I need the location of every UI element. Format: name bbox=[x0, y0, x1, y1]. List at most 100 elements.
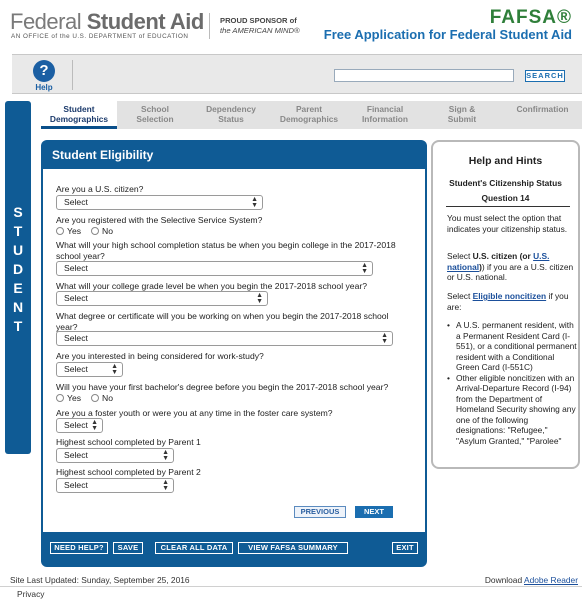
section-rail: S T U D E N T bbox=[5, 101, 31, 454]
hint-text: Select bbox=[447, 291, 473, 301]
logo-tagline: AN OFFICE of the U.S. DEPARTMENT of EDUC… bbox=[11, 33, 189, 40]
question-grade-level: What will your college grade level be wh… bbox=[56, 281, 368, 291]
selective-service-yes-radio[interactable]: Yes bbox=[56, 226, 81, 236]
sponsor-text: PROUD SPONSOR of the AMERICAN MIND® bbox=[220, 16, 300, 36]
hint-paragraph-3: Select Eligible noncitizen if you are: bbox=[447, 291, 577, 312]
tab-parent-demographics[interactable]: Parent Demographics bbox=[269, 101, 349, 129]
tab-school-selection[interactable]: School Selection bbox=[117, 101, 193, 129]
hint-list-item: Other eligible noncitizen with an Arriva… bbox=[447, 373, 577, 447]
tab-confirmation[interactable]: Confirmation bbox=[503, 101, 582, 129]
privacy-link[interactable]: Privacy bbox=[17, 589, 44, 599]
hint-list: A U.S. permanent resident, with a Perman… bbox=[447, 320, 577, 446]
question-work-study: Are you interested in being considered f… bbox=[56, 351, 264, 361]
hint-list-item: A U.S. permanent resident, with a Perman… bbox=[447, 320, 577, 373]
first-bachelor-no-radio[interactable]: No bbox=[91, 393, 113, 403]
high-school-select-value: Select bbox=[64, 263, 88, 273]
degree-select-value: Select bbox=[64, 333, 88, 343]
updown-arrows-icon: ▲ ▼ bbox=[251, 196, 258, 209]
federal-student-aid-logo[interactable]: Federal Student Aid bbox=[10, 9, 204, 35]
degree-select[interactable]: Select ▲ ▼ bbox=[56, 331, 393, 346]
toolbar: ? Help SEARCH bbox=[12, 54, 582, 94]
site-header: Federal Student Aid AN OFFICE of the U.S… bbox=[0, 0, 582, 50]
search-button[interactable]: SEARCH bbox=[525, 70, 565, 82]
hints-question-number: Question 14 bbox=[481, 193, 530, 203]
tab-student-demographics[interactable]: Student Demographics bbox=[41, 101, 117, 129]
hints-title: Help and Hints bbox=[468, 155, 543, 167]
first-bachelor-yes-radio[interactable]: Yes bbox=[56, 393, 81, 403]
updown-arrows-icon: ▲ ▼ bbox=[111, 363, 118, 376]
rail-letter: T bbox=[13, 223, 23, 239]
radio-circle-icon bbox=[91, 227, 99, 235]
question-citizen: Are you a U.S. citizen? bbox=[56, 184, 144, 194]
radio-label: No bbox=[102, 393, 113, 403]
footer-divider bbox=[0, 586, 582, 587]
parent2-select[interactable]: Select ▲ ▼ bbox=[56, 478, 174, 493]
fafsa-logo[interactable]: FAFSA® bbox=[490, 7, 572, 29]
previous-label: PREVIOUS bbox=[300, 507, 340, 516]
updown-arrows-icon: ▲ ▼ bbox=[381, 332, 388, 345]
fafsa-page: Federal Student Aid AN OFFICE of the U.S… bbox=[0, 0, 582, 608]
fafsa-subtitle: Free Application for Federal Student Aid bbox=[323, 27, 572, 42]
tab-sign-submit[interactable]: Sign & Submit bbox=[421, 101, 503, 129]
help-button[interactable]: ? Help bbox=[32, 60, 56, 92]
parent2-select-value: Select bbox=[64, 480, 88, 490]
updown-arrows-icon: ▲ ▼ bbox=[162, 449, 169, 462]
question-degree: What degree or certificate will you be w… bbox=[56, 311, 389, 332]
question-selective-service: Are you registered with the Selective Se… bbox=[56, 215, 263, 225]
next-button[interactable]: NEXT bbox=[355, 506, 393, 518]
rail-letter: N bbox=[12, 299, 24, 315]
panel-title: Student Eligibility bbox=[52, 148, 154, 162]
question-high-school: What will your high school completion st… bbox=[56, 240, 396, 261]
radio-circle-icon bbox=[56, 227, 64, 235]
high-school-select[interactable]: Select ▲ ▼ bbox=[56, 261, 373, 276]
updown-arrows-icon: ▲ ▼ bbox=[91, 419, 98, 432]
tab-financial-information[interactable]: Financial Information bbox=[349, 101, 421, 129]
hint-text: Select bbox=[447, 251, 473, 261]
need-help-button[interactable]: NEED HELP? bbox=[50, 542, 108, 554]
eligible-noncitizen-link[interactable]: Eligible noncitizen bbox=[473, 291, 547, 301]
question-first-bachelor: Will you have your first bachelor's degr… bbox=[56, 382, 389, 392]
clear-all-data-button[interactable]: CLEAR ALL DATA bbox=[155, 542, 233, 554]
exit-button[interactable]: EXIT bbox=[392, 542, 418, 554]
view-fafsa-summary-button[interactable]: VIEW FAFSA SUMMARY bbox=[238, 542, 348, 554]
citizen-select[interactable]: Select ▲ ▼ bbox=[56, 195, 263, 210]
logo-light-text: Federal bbox=[10, 9, 82, 34]
hints-divider bbox=[446, 206, 570, 207]
work-study-select-value: Select bbox=[64, 364, 88, 374]
previous-button[interactable]: PREVIOUS bbox=[294, 506, 346, 518]
eligibility-form: Are you a U.S. citizen? Select ▲ ▼ Are yo… bbox=[43, 169, 425, 532]
adobe-reader-link[interactable]: Adobe Reader bbox=[524, 575, 578, 585]
header-divider bbox=[209, 13, 210, 39]
parent1-select[interactable]: Select ▲ ▼ bbox=[56, 448, 174, 463]
sponsor-line-2: the AMERICAN MIND® bbox=[220, 26, 300, 35]
question-parent2: Highest school completed by Parent 2 bbox=[56, 467, 201, 477]
parent1-select-value: Select bbox=[64, 450, 88, 460]
tab-dependency-status[interactable]: Dependency Status bbox=[193, 101, 269, 129]
rail-letter: E bbox=[13, 280, 23, 296]
next-label: NEXT bbox=[363, 507, 384, 516]
hint-bold-text: U.S. citizen (or bbox=[472, 251, 534, 261]
rail-letter: S bbox=[13, 204, 23, 220]
updown-arrows-icon: ▲ ▼ bbox=[162, 479, 169, 492]
save-button[interactable]: SAVE bbox=[113, 542, 143, 554]
work-study-select[interactable]: Select ▲ ▼ bbox=[56, 362, 123, 377]
search-input[interactable] bbox=[334, 69, 514, 82]
hints-subtitle: Student's Citizenship Status bbox=[449, 178, 562, 188]
hint-paragraph-1: You must select the option that indicate… bbox=[447, 213, 568, 234]
download-text: Download bbox=[484, 575, 524, 585]
radio-label: Yes bbox=[67, 226, 82, 236]
selective-service-no-radio[interactable]: No bbox=[91, 226, 113, 236]
citizen-select-value: Select bbox=[64, 197, 88, 207]
site-last-updated: Site Last Updated: Sunday, September 25,… bbox=[10, 575, 190, 585]
rail-letter: D bbox=[12, 261, 24, 277]
updown-arrows-icon: ▲ ▼ bbox=[361, 262, 368, 275]
foster-select[interactable]: Select ▲ ▼ bbox=[56, 418, 103, 433]
hint-paragraph-2: Select U.S. citizen (or U.S. national)) … bbox=[447, 251, 577, 283]
radio-label: No bbox=[102, 226, 113, 236]
logo-bold-text: Student Aid bbox=[86, 9, 205, 34]
updown-arrows-icon: ▲ ▼ bbox=[256, 292, 263, 305]
download-reader: Download Adobe Reader bbox=[485, 575, 578, 585]
rail-letter: U bbox=[12, 242, 24, 258]
grade-level-select[interactable]: Select ▲ ▼ bbox=[56, 291, 268, 306]
radio-circle-icon bbox=[56, 394, 64, 402]
